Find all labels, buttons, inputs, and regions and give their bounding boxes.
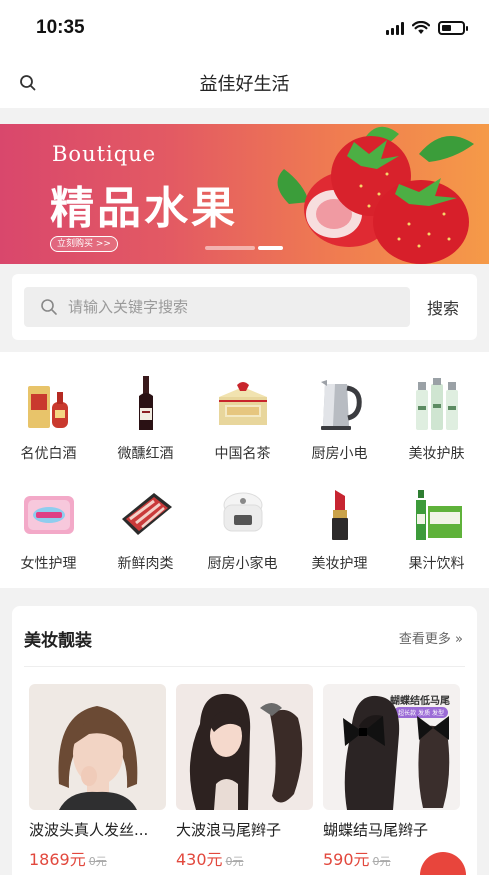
category-label: 美妆护理 (311, 556, 368, 572)
product-original-price: 0元 (372, 855, 391, 868)
category-label: 中国名茶 (214, 446, 271, 462)
product-section: 美妆靓装 查看更多 » 波波头真人发丝... 1869元 0元 大波浪马尾辫子 … (12, 606, 477, 875)
banner-buy-now-button[interactable]: 立刻购买 >> (50, 236, 118, 252)
product-image: 蝴蝶结低马尾 超长款 发质 发型 (323, 684, 460, 810)
product-price: 590元 (323, 850, 370, 869)
category-item[interactable]: 中国名茶 (194, 374, 291, 463)
status-icons (386, 21, 468, 35)
product-card[interactable]: 波波头真人发丝... 1869元 0元 (29, 684, 166, 870)
sanitary-pad-icon (19, 484, 79, 544)
search-icon (41, 299, 57, 315)
search-input[interactable] (68, 287, 398, 327)
product-name: 蝴蝶结马尾辫子 (323, 821, 429, 839)
category-label: 厨房小电 (311, 446, 368, 462)
category-label: 新鲜肉类 (117, 556, 174, 572)
navigation-bar: 益佳好生活 (0, 58, 489, 108)
search-card: 搜索 (12, 274, 477, 340)
category-item[interactable]: 美妆护肤 (388, 374, 485, 463)
category-item[interactable]: 女性护理 (0, 484, 97, 573)
rice-cooker-icon (213, 484, 273, 544)
product-image (29, 684, 166, 810)
lipstick-icon (310, 484, 370, 544)
banner-subtitle: Boutique (52, 142, 157, 166)
status-time: 10:35 (36, 17, 85, 38)
product-original-price: 0元 (88, 855, 107, 868)
product-price: 430元 (176, 850, 223, 869)
category-label: 厨房小家电 (207, 556, 278, 572)
wifi-icon (412, 21, 430, 34)
skincare-icon (407, 374, 467, 434)
juice-icon (407, 484, 467, 544)
category-item[interactable]: 微醺红酒 (97, 374, 194, 463)
product-original-price: 0元 (225, 855, 244, 868)
promo-banner[interactable]: Boutique 精品水果 立刻购买 >> (0, 124, 489, 264)
baijiu-icon (19, 374, 79, 434)
category-grid: 名优白酒 微醺红酒 中国名茶 厨房小电 美妆护肤 女性护理 新鲜肉类 厨房小家电… (0, 352, 489, 588)
category-label: 女性护理 (20, 556, 77, 572)
meat-icon (116, 484, 176, 544)
search-box[interactable] (24, 287, 410, 327)
status-bar: 10:35 (0, 0, 489, 58)
category-label: 微醺红酒 (117, 446, 174, 462)
section-title: 美妆靓装 (24, 631, 92, 651)
category-label: 美妆护肤 (408, 446, 465, 462)
signal-icon (386, 21, 404, 35)
banner-title: 精品水果 (50, 183, 238, 234)
category-item[interactable]: 果汁饮料 (388, 484, 485, 573)
product-name: 大波浪马尾辫子 (176, 821, 282, 839)
product-price-row: 430元 0元 (176, 846, 313, 870)
category-label: 名优白酒 (20, 446, 77, 462)
category-item[interactable]: 厨房小家电 (194, 484, 291, 573)
red-wine-icon (116, 374, 176, 434)
product-image (176, 684, 313, 810)
category-label: 果汁饮料 (408, 556, 465, 572)
view-more-link[interactable]: 查看更多 » (399, 628, 463, 647)
battery-icon (438, 21, 468, 35)
category-item[interactable]: 新鲜肉类 (97, 484, 194, 573)
product-name: 波波头真人发丝... (29, 821, 149, 839)
page-title: 益佳好生活 (199, 74, 290, 95)
category-item[interactable]: 美妆护理 (291, 484, 388, 573)
category-item[interactable]: 名优白酒 (0, 374, 97, 463)
strawberry-image (277, 126, 474, 264)
product-price: 1869元 (29, 850, 86, 869)
search-button[interactable]: 搜索 (427, 295, 459, 319)
product-price-row: 1869元 0元 (29, 846, 166, 870)
category-item[interactable]: 厨房小电 (291, 374, 388, 463)
tea-icon (213, 374, 273, 434)
product-card[interactable]: 大波浪马尾辫子 430元 0元 (176, 684, 313, 870)
kettle-icon (310, 374, 370, 434)
divider (24, 666, 465, 667)
product-card[interactable]: 蝴蝶结低马尾 超长款 发质 发型 蝴蝶结马尾辫子 590元 0元 (323, 684, 460, 870)
